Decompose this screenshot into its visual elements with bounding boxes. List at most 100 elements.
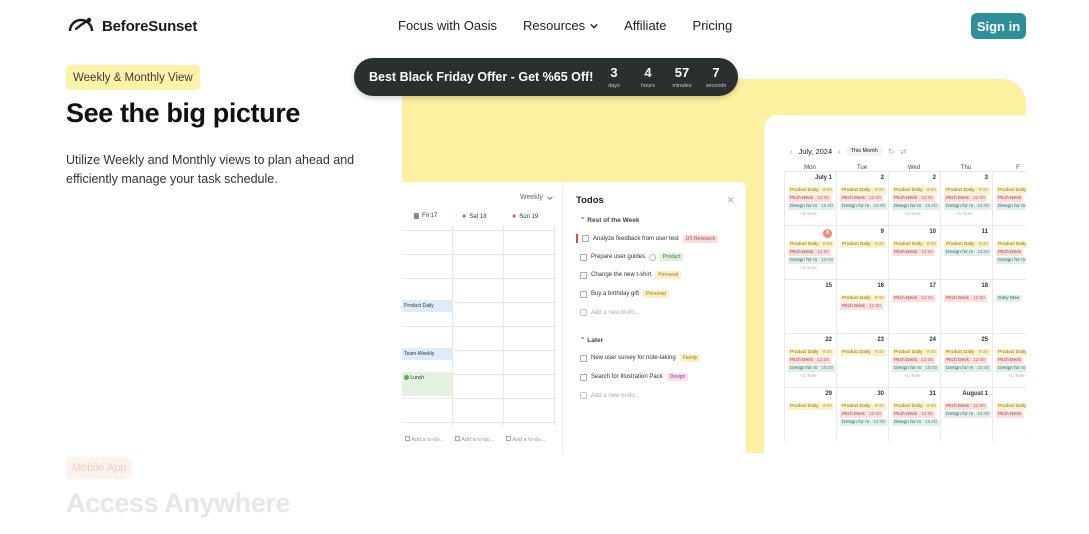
- todo-checkbox[interactable]: [580, 354, 587, 362]
- calendar-event[interactable]: Pitch Deck: [996, 357, 1023, 364]
- event-product-daily[interactable]: Product Daily: [402, 300, 452, 312]
- nav-link-resources[interactable]: Resources: [523, 18, 598, 33]
- calendar-event[interactable]: Design for m: [996, 203, 1026, 210]
- add-new-todo[interactable]: Add a new to-do...: [580, 309, 640, 316]
- day-cell[interactable]: Product Daily Pitch Deck Design for m +1 mo…: [992, 333, 1026, 387]
- more-events-link[interactable]: +1 more: [904, 211, 921, 216]
- calendar-event[interactable]: Product Daily: [996, 349, 1026, 356]
- nav-link-pricing[interactable]: Pricing: [693, 18, 733, 33]
- todo-item[interactable]: Buy a birthday gift Personal: [580, 290, 669, 298]
- calendar-event[interactable]: Product Daily 9:00: [892, 187, 938, 194]
- calendar-event[interactable]: Pitch Deck 12:00: [892, 249, 935, 256]
- add-todo-link[interactable]: Add a to-do...: [506, 436, 545, 443]
- calendar-event[interactable]: Design for m 15:00: [788, 365, 836, 372]
- calendar-event[interactable]: Daily Mee: [996, 295, 1022, 302]
- add-new-todo[interactable]: Add a new to-do...: [580, 392, 640, 399]
- calendar-event[interactable]: Pitch Deck 12:00: [840, 195, 883, 202]
- todo-checkbox[interactable]: [580, 290, 587, 298]
- more-events-link[interactable]: +1 more: [800, 265, 817, 270]
- day-cell[interactable]: Product Daily Pitch Deck Design for m: [992, 225, 1026, 279]
- calendar-event[interactable]: Design for m 15:00: [944, 411, 992, 418]
- day-cell[interactable]: Product Daily Pitch Deck: [992, 387, 1026, 441]
- calendar-event[interactable]: Product Daily 9:00: [840, 241, 886, 248]
- calendar-event[interactable]: Pitch Deck 12:00: [840, 411, 883, 418]
- todo-checkbox[interactable]: [580, 253, 587, 261]
- day-cell[interactable]: 2 Product Daily 9:00 Pitch Deck 12:00 Design …: [888, 171, 940, 225]
- close-icon[interactable]: ✕: [727, 195, 735, 206]
- day-cell[interactable]: 3 Product Daily 9:00 Pitch Deck 12:00 Design …: [940, 171, 992, 225]
- calendar-event[interactable]: Pitch Deck 12:00: [944, 357, 987, 364]
- this-month-button[interactable]: This Month: [846, 146, 882, 156]
- calendar-event[interactable]: Pitch Deck 12:00: [892, 357, 935, 364]
- day-cell[interactable]: 18 Pitch Deck 12:00: [940, 279, 992, 333]
- event-team-weekly[interactable]: Team-Weekly: [402, 348, 452, 360]
- calendar-event[interactable]: Pitch Deck 12:00: [840, 303, 883, 310]
- prev-icon[interactable]: ‹: [790, 147, 793, 156]
- nav-link-affiliate[interactable]: Affiliate: [624, 18, 666, 33]
- todo-checkbox[interactable]: [582, 235, 589, 242]
- calendar-event[interactable]: Pitch Deck 12:00: [892, 295, 935, 302]
- calendar-event[interactable]: Product Daily 9:00: [944, 241, 990, 248]
- brand-logo[interactable]: BeforeSunset: [68, 16, 197, 36]
- day-cell[interactable]: 29 Product Daily 9:00: [784, 387, 836, 441]
- calendar-event[interactable]: Product Daily 9:00: [944, 349, 990, 356]
- calendar-event[interactable]: Design for m 15:00: [788, 257, 836, 264]
- calendar-event[interactable]: Product Daily: [996, 403, 1026, 410]
- todo-item[interactable]: Search for Illustration Pack Design: [580, 373, 689, 381]
- day-cell[interactable]: 23 Product Daily 9:00: [836, 333, 888, 387]
- calendar-event[interactable]: Pitch Deck 12:00: [892, 195, 935, 202]
- view-selector[interactable]: Weekly: [520, 194, 553, 201]
- calendar-event[interactable]: Product Daily 9:00: [788, 349, 834, 356]
- nav-link-oasis[interactable]: Focus with Oasis: [398, 18, 497, 33]
- calendar-event[interactable]: Design for m: [996, 257, 1026, 264]
- calendar-event[interactable]: Pitch Deck 12:00: [944, 295, 987, 302]
- calendar-event[interactable]: Design for m 15:00: [944, 203, 992, 210]
- calendar-event[interactable]: Product Daily 9:00: [788, 241, 834, 248]
- calendar-event[interactable]: Pitch Deck 12:00: [788, 357, 831, 364]
- event-lunch[interactable]: Lunch: [402, 372, 452, 396]
- calendar-event[interactable]: Design for m 15:00: [892, 419, 940, 426]
- sign-in-button[interactable]: Sign in: [971, 13, 1026, 39]
- more-events-link[interactable]: +3 more: [800, 373, 817, 378]
- day-cell[interactable]: 17 Pitch Deck 12:00: [888, 279, 940, 333]
- day-cell[interactable]: 8 Product Daily 9:00 Pitch Deck 12:00 Design …: [784, 225, 836, 279]
- calendar-event[interactable]: Product Daily: [996, 187, 1026, 194]
- calendar-event[interactable]: Product Daily 9:00: [788, 187, 834, 194]
- calendar-event[interactable]: Product Daily 9:00: [840, 349, 886, 356]
- calendar-event[interactable]: Product Daily 9:00: [892, 349, 938, 356]
- calendar-event[interactable]: Product Daily 9:00: [840, 403, 886, 410]
- calendar-event[interactable]: Design for m 15:00: [840, 203, 888, 210]
- swap-icon[interactable]: ⇄: [900, 147, 906, 156]
- calendar-event[interactable]: Product Daily 9:00: [840, 187, 886, 194]
- calendar-event[interactable]: Design for m 15:00: [788, 203, 836, 210]
- todo-item[interactable]: Analyze feedback from user test UX Resea…: [576, 234, 719, 243]
- day-cell[interactable]: 31 Product Daily 9:00 Pitch Deck 12:00 Design…: [888, 387, 940, 441]
- section-later[interactable]: ⌃ Later: [580, 336, 603, 344]
- calendar-event[interactable]: Pitch Deck 12:00: [892, 411, 935, 418]
- day-cell[interactable]: 15: [784, 279, 836, 333]
- day-cell[interactable]: Product Daily Pitch Deck Design for m: [992, 171, 1026, 225]
- calendar-event[interactable]: Product Daily 9:00: [788, 403, 834, 410]
- calendar-event[interactable]: Pitch Deck: [996, 195, 1023, 202]
- calendar-event[interactable]: Product Daily: [996, 241, 1026, 248]
- todo-item[interactable]: New user survey for note-taking Family: [580, 354, 701, 362]
- calendar-event[interactable]: Product Daily 9:00: [892, 403, 938, 410]
- add-todo-link[interactable]: Add a to-do...: [405, 436, 444, 443]
- todo-item[interactable]: Change the new t-shirt Personal: [580, 271, 682, 279]
- day-cell[interactable]: 25 Product Daily 9:00 Pitch Deck 12:00 Design…: [940, 333, 992, 387]
- day-cell[interactable]: 9 Product Daily 9:00: [836, 225, 888, 279]
- day-cell[interactable]: 11 Product Daily 9:00 Design for m 15:00: [940, 225, 992, 279]
- calendar-event[interactable]: Design for m 15:00: [892, 203, 940, 210]
- calendar-event[interactable]: Pitch Deck: [996, 249, 1023, 256]
- add-todo-link[interactable]: Add a to-do...: [455, 436, 494, 443]
- day-cell[interactable]: Daily Mee: [992, 279, 1026, 333]
- day-cell[interactable]: August 1 Pitch Deck 12:00 Design for m 15:00: [940, 387, 992, 441]
- calendar-event[interactable]: Pitch Deck 12:00: [788, 195, 831, 202]
- calendar-event[interactable]: Pitch Deck 12:00: [944, 403, 987, 410]
- refresh-icon[interactable]: ↻: [888, 147, 894, 156]
- day-cell[interactable]: July 1 Product Daily 9:00 Pitch Deck 12:00 De…: [784, 171, 836, 225]
- todo-item[interactable]: Prepare user guides Product: [580, 253, 684, 261]
- day-cell[interactable]: 24 Product Daily 9:00 Pitch Deck 12:00 Design…: [888, 333, 940, 387]
- day-cell[interactable]: 2 Product Daily 9:00 Pitch Deck 12:00 Design …: [836, 171, 888, 225]
- calendar-event[interactable]: Pitch Deck 12:00: [788, 249, 831, 256]
